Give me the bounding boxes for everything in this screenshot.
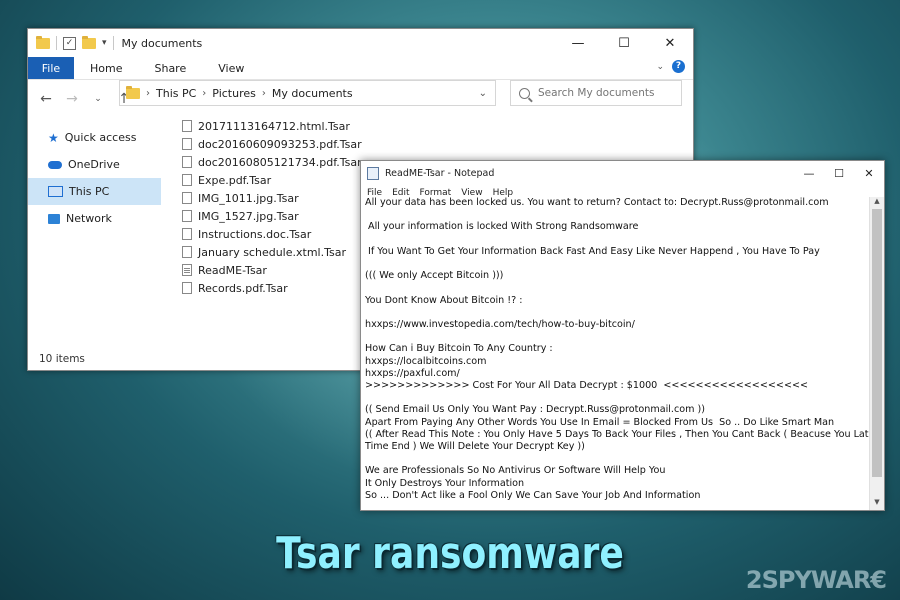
search-input[interactable] (536, 86, 670, 100)
watermark-logo: 2SPYWAR€ (745, 566, 887, 594)
back-arrow-icon[interactable]: ← (36, 91, 56, 107)
status-bar-item-count: 10 items (39, 353, 85, 365)
new-folder-icon[interactable] (82, 35, 96, 49)
notepad-title-bar[interactable]: ReadME-Tsar - Notepad — ☐ ✕ (361, 161, 884, 185)
tab-home[interactable]: Home (74, 57, 138, 79)
file-icon (182, 282, 192, 294)
list-item[interactable]: 20171113164712.html.Tsar (182, 117, 362, 135)
image-caption: Tsar ransomware (276, 528, 624, 579)
network-icon (48, 213, 60, 224)
chevron-right-icon[interactable]: › (146, 88, 150, 99)
tab-share[interactable]: Share (138, 57, 202, 79)
sidebar-item-this-pc[interactable]: This PC (28, 178, 161, 205)
tab-view[interactable]: View (202, 57, 260, 79)
sidebar-item-label: OneDrive (68, 158, 120, 171)
minimize-icon[interactable]: — (794, 161, 824, 185)
file-name: January schedule.xtml.Tsar (198, 245, 346, 259)
search-box[interactable] (510, 80, 682, 106)
list-item[interactable]: Records.pdf.Tsar (182, 279, 362, 297)
ribbon-right-controls: ⌄ ? (656, 60, 685, 73)
file-icon (182, 246, 192, 258)
window-controls: — ☐ ✕ (555, 29, 693, 57)
sidebar-item-onedrive[interactable]: OneDrive (28, 151, 161, 178)
close-icon[interactable]: ✕ (854, 161, 884, 185)
divider (112, 36, 114, 50)
customize-toolbar-icon[interactable]: ▾ (102, 38, 107, 48)
star-icon: ★ (48, 130, 59, 145)
expand-ribbon-icon[interactable]: ⌄ (656, 62, 664, 72)
file-name: doc20160805121734.pdf.Tsar (198, 155, 362, 169)
computer-icon (48, 186, 63, 197)
file-name: IMG_1527.jpg.Tsar (198, 209, 299, 223)
folder-icon (126, 85, 140, 99)
minimize-icon[interactable]: — (555, 29, 601, 57)
text-file-icon (182, 264, 192, 276)
sidebar-item-network[interactable]: Network (28, 205, 161, 232)
list-item[interactable]: IMG_1011.jpg.Tsar (182, 189, 362, 207)
file-icon (182, 210, 192, 222)
divider (56, 36, 57, 50)
file-icon (182, 174, 192, 186)
chevron-down-icon[interactable]: ⌄ (479, 88, 487, 99)
vertical-scrollbar[interactable]: ▲ ▼ (869, 197, 884, 510)
file-name: 20171113164712.html.Tsar (198, 119, 350, 133)
breadcrumb-my-documents[interactable]: My documents (272, 87, 353, 100)
maximize-icon[interactable]: ☐ (824, 161, 854, 185)
notepad-title: ReadME-Tsar - Notepad (385, 167, 495, 179)
sidebar-item-label: Network (66, 212, 112, 225)
file-name: Records.pdf.Tsar (198, 281, 288, 295)
file-name: IMG_1011.jpg.Tsar (198, 191, 299, 205)
file-icon (182, 138, 192, 150)
scroll-up-icon[interactable]: ▲ (870, 197, 884, 209)
close-icon[interactable]: ✕ (647, 29, 693, 57)
tab-file[interactable]: File (28, 57, 74, 79)
file-name: Instructions.doc.Tsar (198, 227, 312, 241)
maximize-icon[interactable]: ☐ (601, 29, 647, 57)
file-icon (182, 120, 192, 132)
file-name: doc20160609093253.pdf.Tsar (198, 137, 362, 151)
file-name: ReadME-Tsar (198, 263, 267, 277)
forward-arrow-icon[interactable]: → (62, 91, 82, 107)
sidebar-item-quick-access[interactable]: ★ Quick access (28, 124, 161, 151)
chevron-right-icon[interactable]: › (202, 88, 206, 99)
list-item[interactable]: doc20160805121734.pdf.Tsar (182, 153, 362, 171)
file-icon (182, 192, 192, 204)
ribbon-tabs: File Home Share View ⌄ ? (28, 57, 693, 80)
sidebar-item-label: This PC (69, 185, 110, 198)
properties-icon[interactable]: ✓ (63, 36, 76, 50)
chevron-right-icon[interactable]: › (262, 88, 266, 99)
notepad-icon (367, 166, 379, 180)
list-item[interactable]: January schedule.xtml.Tsar (182, 243, 362, 261)
list-item[interactable]: ReadME-Tsar (182, 261, 362, 279)
folder-icon (36, 35, 50, 49)
quick-access-toolbar: ✓ ▾ (36, 35, 114, 50)
list-item[interactable]: IMG_1527.jpg.Tsar (182, 207, 362, 225)
list-item[interactable]: doc20160609093253.pdf.Tsar (182, 135, 362, 153)
explorer-title-bar[interactable]: ✓ ▾ My documents — ☐ ✕ (28, 29, 693, 57)
navigation-pane: ★ Quick access OneDrive This PC Network (28, 124, 161, 232)
search-icon (519, 87, 530, 99)
list-item[interactable]: Expe.pdf.Tsar (182, 171, 362, 189)
address-bar[interactable]: › This PC › Pictures › My documents ⌄ (119, 80, 496, 106)
file-icon (182, 156, 192, 168)
breadcrumb-this-pc[interactable]: This PC (156, 87, 196, 100)
file-list: 20171113164712.html.Tsar doc201606090932… (182, 117, 362, 297)
window-title: My documents (121, 36, 203, 50)
scrollbar-thumb[interactable] (872, 209, 882, 477)
sidebar-item-label: Quick access (64, 131, 137, 144)
scroll-down-icon[interactable]: ▼ (870, 498, 884, 510)
help-icon[interactable]: ? (672, 60, 685, 73)
file-name: Expe.pdf.Tsar (198, 173, 272, 187)
list-item[interactable]: Instructions.doc.Tsar (182, 225, 362, 243)
window-controls: — ☐ ✕ (794, 161, 884, 185)
file-icon (182, 228, 192, 240)
notepad-window[interactable]: ReadME-Tsar - Notepad — ☐ ✕ File Edit Fo… (360, 160, 885, 511)
notepad-text-area[interactable]: All your data has been locked us. You wa… (363, 197, 870, 506)
cloud-icon (48, 160, 62, 169)
recent-locations-icon[interactable]: ⌄ (88, 94, 108, 104)
breadcrumb-pictures[interactable]: Pictures (212, 87, 256, 100)
